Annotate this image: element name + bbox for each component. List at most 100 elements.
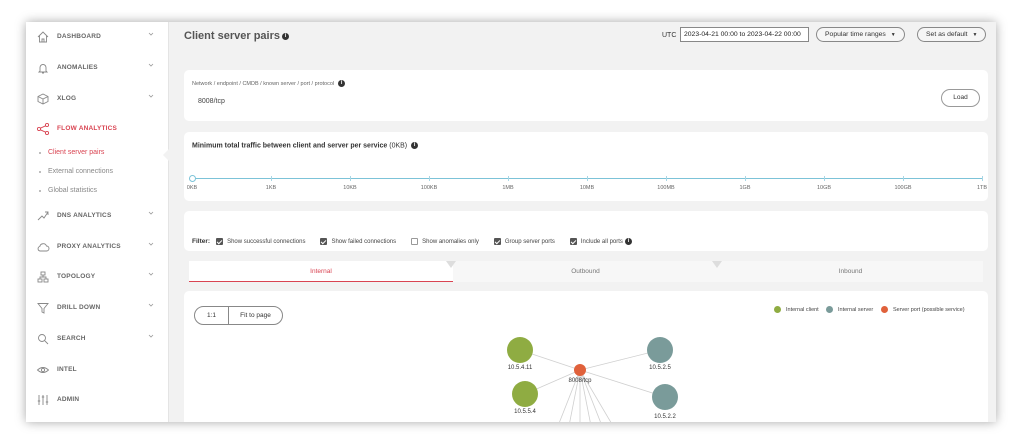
slider-tick-label: 100KB (420, 185, 438, 191)
bell-icon (37, 64, 49, 74)
checkbox-checked[interactable] (320, 238, 328, 245)
chevron-down-icon (148, 94, 154, 98)
sidebar-subitem-global-statistics[interactable]: Global statistics (39, 187, 97, 194)
page-title: Client server pairs i (184, 30, 289, 42)
graph-card: 1:1 Fit to page Internal client Internal… (184, 291, 988, 422)
filter-card: Filter: Show successful connections Show… (184, 211, 988, 251)
cloud-icon (37, 243, 50, 252)
set-as-default-button[interactable]: Set as default ▼ (917, 27, 987, 42)
chevron-down-icon (148, 334, 154, 338)
traffic-title: Minimum total traffic between client and… (192, 142, 419, 149)
sidebar-item-flow-analytics[interactable]: FLOW ANALYTICS (26, 117, 169, 141)
slider-tick-label: 0KB (186, 185, 198, 191)
checkbox-unchecked[interactable] (411, 238, 419, 245)
tab-separator (446, 261, 456, 268)
info-icon[interactable]: i (411, 142, 419, 149)
query-card: Network / endpoint / CMDB / known server… (184, 70, 988, 121)
sidebar-item-intel[interactable]: INTEL (26, 358, 169, 382)
active-indicator (163, 149, 169, 161)
chevron-down-icon (148, 63, 154, 67)
sidebar-item-anomalies[interactable]: ANOMALIES (26, 56, 169, 80)
group-server-ports-checkbox[interactable]: Group server ports (493, 238, 555, 245)
tab-internal[interactable]: Internal (189, 261, 453, 282)
info-icon[interactable]: i (338, 80, 346, 87)
graph-node-client[interactable] (507, 337, 533, 363)
tab-outbound[interactable]: Outbound (453, 261, 718, 282)
slider-tick (666, 176, 667, 181)
share-nodes-icon (36, 122, 50, 136)
edge (579, 369, 666, 398)
slider-tick-label: 100MB (657, 185, 675, 191)
chevron-down-icon (148, 32, 154, 36)
date-range-input[interactable]: 2023-04-21 00:00 to 2023-04-22 00:00 (680, 27, 809, 42)
chevron-down-icon (148, 242, 154, 246)
slider-tick (982, 176, 983, 181)
sidebar-item-dashboard[interactable]: DASHBOARD (26, 25, 169, 49)
sidebar-item-xlog[interactable]: XLOG (26, 87, 169, 111)
chevron-down-icon (148, 303, 154, 307)
slider-tick (745, 176, 746, 181)
bullet-dot (39, 152, 41, 154)
sidebar-subitem-client-server-pairs[interactable]: Client server pairs (39, 149, 104, 156)
search-icon (38, 334, 49, 345)
slider-tick-label: 1KB (265, 185, 277, 191)
popular-time-ranges-button[interactable]: Popular time ranges ▼ (816, 27, 905, 42)
funnel-icon (37, 303, 49, 314)
filter-row: Filter: Show successful connections Show… (192, 238, 647, 245)
chevron-down-icon (148, 272, 154, 276)
sidebar-item-admin[interactable]: ADMIN (26, 388, 169, 412)
graph-node-client[interactable] (512, 381, 538, 407)
node-label: 10.5.5.4 (514, 409, 536, 415)
app-window: DASHBOARD ANOMALIES XLOG FLOW ANALYTICS … (26, 22, 996, 422)
slider-tick-label: 1GB (739, 185, 751, 191)
slider-tick-label: 1MB (502, 185, 514, 191)
query-label: Network / endpoint / CMDB / known server… (192, 80, 346, 87)
topology-icon (37, 271, 49, 283)
show-successful-checkbox[interactable]: Show successful connections (216, 238, 305, 245)
caret-down-icon: ▼ (890, 32, 896, 38)
dns-icon (37, 211, 49, 221)
slider-tick-label: 10GB (816, 185, 832, 191)
checkbox-checked[interactable] (493, 238, 501, 245)
slider-tick-label: 100GB (894, 185, 912, 191)
home-icon (37, 31, 49, 43)
sidebar: DASHBOARD ANOMALIES XLOG FLOW ANALYTICS … (26, 22, 169, 422)
slider-tick (350, 176, 351, 181)
checkbox-checked[interactable] (216, 238, 224, 245)
tab-separator (712, 261, 722, 268)
show-anomalies-checkbox[interactable]: Show anomalies only (411, 238, 479, 245)
tab-inbound[interactable]: Inbound (718, 261, 983, 282)
checkbox-checked[interactable] (569, 238, 577, 245)
chevron-down-icon (148, 211, 154, 215)
sliders-icon (37, 395, 49, 405)
network-graph[interactable]: 10.5.4.11 10.5.5.4 8008/tcp 10.5.2.5 10.… (184, 291, 988, 422)
slider-tick-label: 10MB (579, 185, 595, 191)
slider-tick (903, 176, 904, 181)
cube-icon (37, 93, 49, 105)
bullet-dot (39, 171, 41, 173)
bullet-dot (39, 190, 41, 192)
traffic-slider-handle[interactable] (189, 175, 196, 182)
node-label: 8008/tcp (568, 378, 592, 384)
slider-tick (429, 176, 430, 181)
sidebar-item-drill-down[interactable]: DRILL DOWN (26, 296, 169, 320)
caret-down-icon: ▼ (972, 32, 978, 38)
query-input[interactable]: 8008/tcp (198, 98, 225, 105)
slider-tick (587, 176, 588, 181)
sidebar-item-search[interactable]: SEARCH (26, 327, 169, 351)
info-icon[interactable]: i (282, 32, 289, 40)
sidebar-item-proxy-analytics[interactable]: PROXY ANALYTICS (26, 235, 169, 259)
graph-node-port[interactable] (574, 364, 586, 376)
sidebar-item-topology[interactable]: TOPOLOGY (26, 265, 169, 289)
info-icon[interactable]: i (624, 238, 632, 245)
graph-edges (519, 349, 666, 422)
load-button[interactable]: Load (941, 89, 980, 107)
graph-node-server[interactable] (647, 337, 673, 363)
sidebar-item-dns-analytics[interactable]: DNS ANALYTICS (26, 204, 169, 228)
graph-node-server[interactable] (652, 384, 678, 410)
include-all-ports-checkbox[interactable]: Include all ports i (569, 238, 632, 245)
slider-tick-label: 1TB (976, 185, 988, 191)
show-failed-checkbox[interactable]: Show failed connections (320, 238, 396, 245)
traffic-threshold-card: Minimum total traffic between client and… (184, 132, 988, 201)
sidebar-subitem-external-connections[interactable]: External connections (39, 168, 113, 175)
